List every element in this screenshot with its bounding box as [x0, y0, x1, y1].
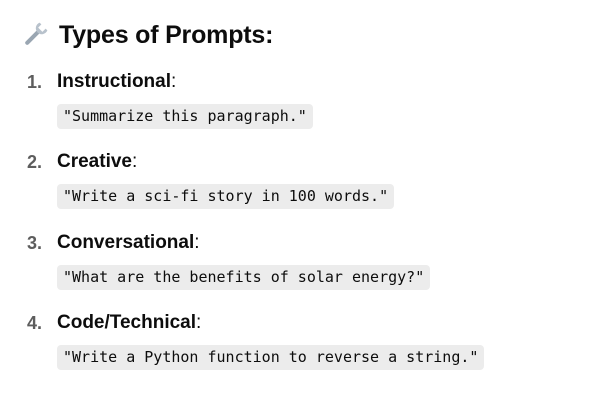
item-label-suffix: :: [194, 232, 200, 253]
list-item: 1. Instructional: "Summarize this paragr…: [0, 70, 596, 130]
item-number: 3.: [27, 233, 43, 253]
item-label: Conversational:: [57, 231, 200, 255]
item-label-strong: Instructional: [57, 71, 172, 92]
item-label-strong: Code/Technical: [57, 312, 197, 333]
list-item: 2. Creative: "Write a sci-fi story in 10…: [0, 150, 596, 210]
item-label-suffix: :: [196, 312, 202, 333]
item-label-suffix: :: [132, 151, 138, 172]
item-number: 4.: [27, 313, 43, 333]
item-number: 1.: [27, 72, 43, 92]
list-item: 4. Code/Technical: "Write a Python funct…: [0, 311, 596, 371]
item-label: Instructional:: [57, 70, 176, 94]
list-item: 3. Conversational: "What are the benefit…: [0, 231, 596, 291]
item-label-strong: Creative: [57, 151, 132, 172]
page-title: Types of Prompts:: [59, 20, 274, 49]
inline-code-example: "What are the benefits of solar energy?": [57, 265, 431, 290]
item-label-strong: Conversational: [57, 232, 195, 253]
inline-code-example: "Summarize this paragraph.": [57, 104, 313, 129]
item-label-suffix: :: [171, 71, 177, 92]
inline-code-example: "Write a sci-fi story in 100 words.": [57, 184, 395, 209]
item-label: Code/Technical:: [57, 311, 201, 335]
inline-code-example: "Write a Python function to reverse a st…: [57, 345, 485, 370]
item-number: 2.: [27, 152, 43, 172]
section-heading: Types of Prompts:: [20, 18, 273, 52]
item-label: Creative:: [57, 150, 137, 174]
wrench-icon: [20, 20, 50, 50]
